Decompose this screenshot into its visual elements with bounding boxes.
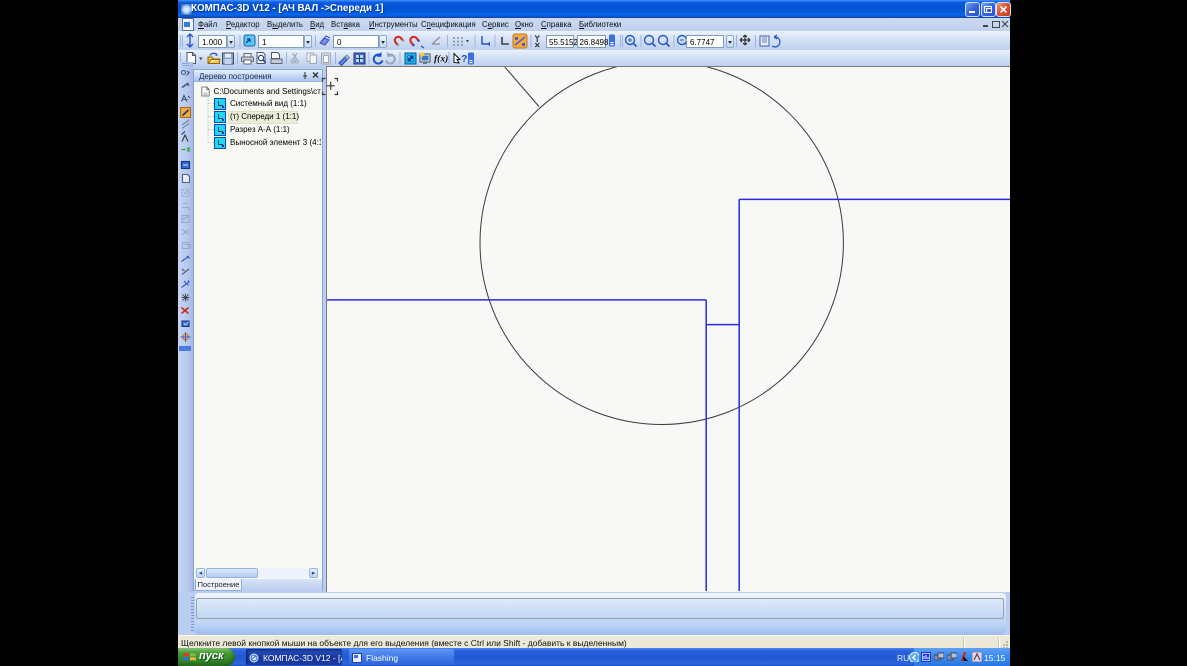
svg-text:f(x): f(x) <box>434 54 448 65</box>
svg-text:?: ? <box>461 53 467 65</box>
